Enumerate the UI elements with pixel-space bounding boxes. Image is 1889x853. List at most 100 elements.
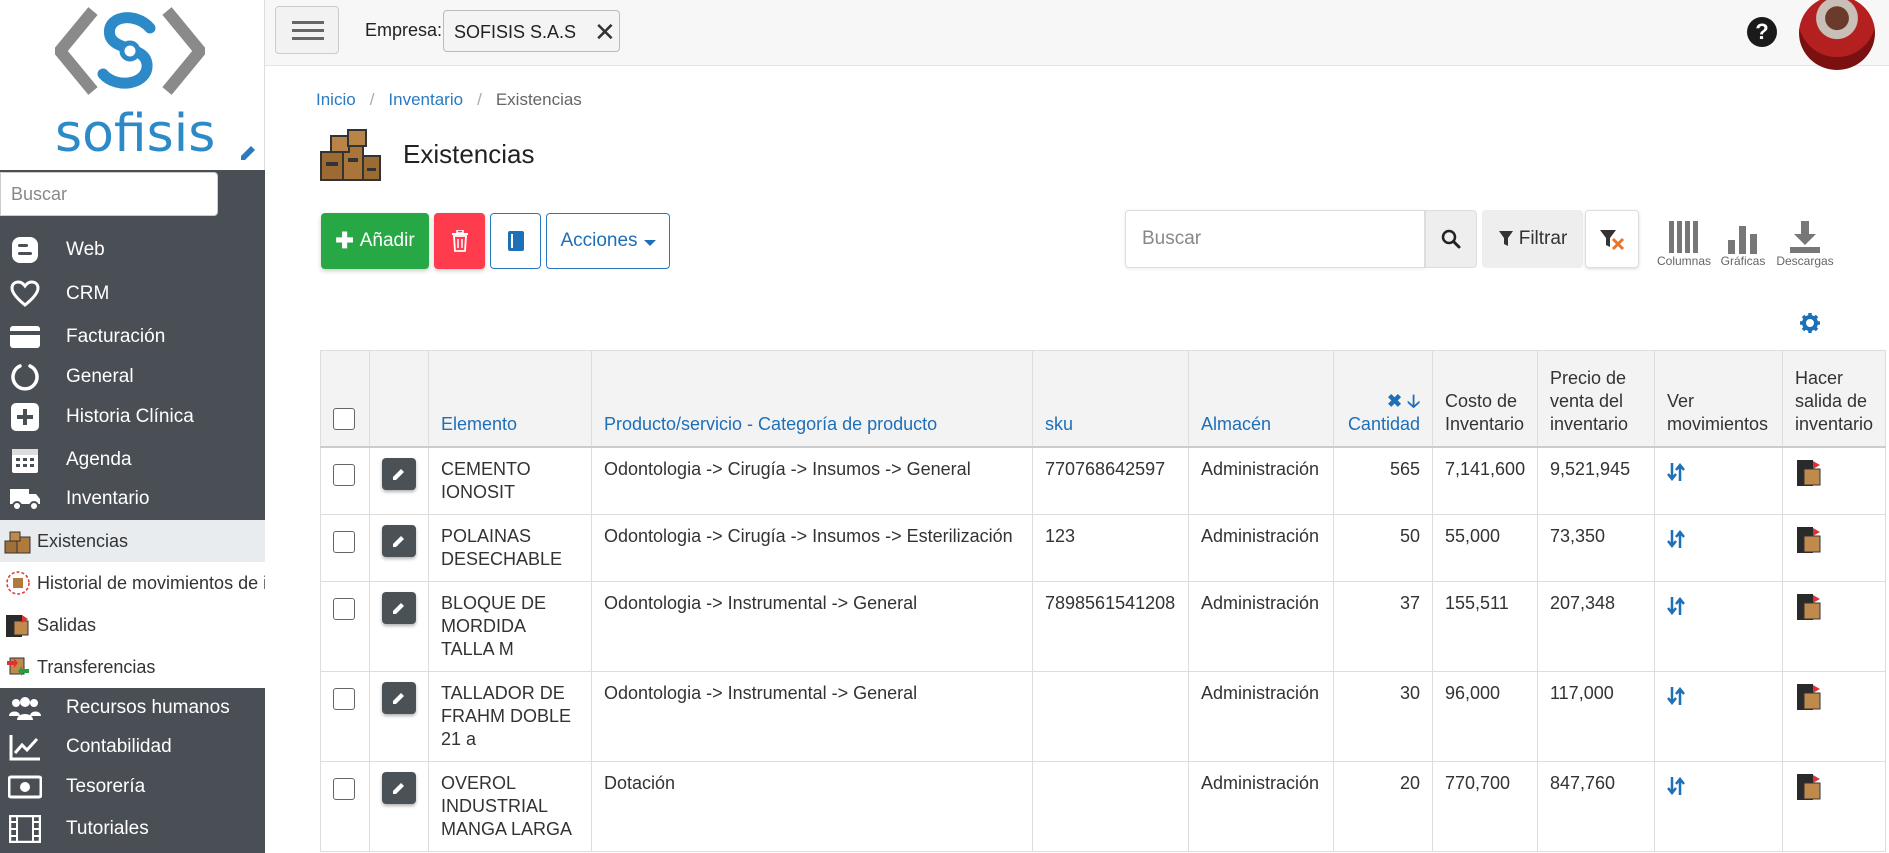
view-movements-button[interactable] — [1667, 776, 1685, 802]
cell-movements — [1654, 513, 1783, 582]
columns-tool[interactable]: Columnas — [1652, 216, 1716, 268]
view-movements-button[interactable] — [1667, 529, 1685, 555]
column-header-output: Hacer salida de inventario — [1782, 350, 1886, 448]
cell-cost: 55,000 — [1432, 513, 1538, 582]
inventory-output-button[interactable] — [1795, 772, 1823, 808]
submenu-item-existencias[interactable]: Existencias — [0, 520, 265, 562]
row-checkbox[interactable] — [333, 530, 355, 553]
column-header-warehouse[interactable]: Almacén — [1188, 350, 1334, 448]
sidebar-item-general[interactable]: General — [0, 357, 265, 397]
edit-button[interactable] — [382, 591, 416, 624]
cell-product: Odontologia -> Cirugía -> Insumos -> Gen… — [591, 446, 1033, 515]
inventory-output-button[interactable] — [1795, 592, 1823, 628]
money-bill-icon — [8, 770, 42, 804]
cell-cost: 155,511 — [1432, 580, 1538, 672]
downloads-tool[interactable]: Descargas — [1773, 216, 1837, 268]
cell-element: POLAINAS DESECHABLE — [428, 513, 592, 582]
book-button[interactable] — [490, 213, 541, 269]
cell-quantity: 565 — [1333, 446, 1433, 515]
cell-sku: 770768642597 — [1032, 446, 1189, 515]
row-checkbox[interactable] — [333, 777, 355, 800]
charts-tool[interactable]: Gráficas — [1711, 216, 1775, 268]
cell-product: Odontologia -> Instrumental -> General — [591, 580, 1033, 672]
film-icon — [8, 812, 42, 846]
sidebar-item-web[interactable]: Web — [0, 230, 265, 270]
help-icon[interactable]: ? — [1747, 17, 1777, 47]
sidebar-item-label: Inventario — [66, 488, 150, 509]
gear-icon[interactable] — [1799, 312, 1821, 334]
row-edit-cell — [369, 670, 429, 762]
close-icon[interactable]: ✕ — [594, 19, 616, 45]
actions-dropdown[interactable]: Acciones — [546, 213, 670, 269]
column-header-sku[interactable]: sku — [1032, 350, 1189, 448]
sidebar-item-label: Tesorería — [66, 776, 146, 797]
hamburger-icon — [292, 29, 324, 32]
sidebar-item-contabilidad[interactable]: Contabilidad — [0, 727, 265, 767]
row-edit-cell — [369, 760, 429, 852]
cell-quantity: 20 — [1333, 760, 1433, 852]
select-all-checkbox[interactable] — [333, 407, 355, 430]
inventory-output-button[interactable] — [1795, 682, 1823, 718]
row-checkbox[interactable] — [333, 463, 355, 486]
sidebar-item-inventario[interactable]: Inventario — [0, 479, 265, 519]
edit-button[interactable] — [382, 524, 416, 557]
sidebar-item-tesoreria[interactable]: Tesorería — [0, 767, 265, 807]
row-select-cell — [320, 513, 370, 582]
avatar[interactable] — [1799, 0, 1875, 70]
view-movements-button[interactable] — [1667, 462, 1685, 488]
breadcrumb-inventario[interactable]: Inventario — [388, 90, 463, 110]
cell-element: BLOQUE DE MORDIDA TALLA M — [428, 580, 592, 672]
cell-movements — [1654, 760, 1783, 852]
row-select-cell — [320, 760, 370, 852]
row-edit-cell — [369, 580, 429, 672]
sidebar-item-crm[interactable]: CRM — [0, 274, 265, 314]
breadcrumb-inicio[interactable]: Inicio — [316, 90, 356, 110]
search-icon — [1441, 229, 1461, 249]
edit-button[interactable] — [382, 457, 416, 490]
view-movements-button[interactable] — [1667, 686, 1685, 712]
submenu-item-transferencias[interactable]: Transferencias — [0, 646, 265, 688]
sidebar-search-input[interactable] — [0, 172, 218, 216]
hamburger-menu-button[interactable] — [275, 6, 339, 54]
plus-icon: ✚ — [335, 228, 354, 253]
search-input[interactable] — [1125, 210, 1425, 268]
row-checkbox[interactable] — [333, 597, 355, 620]
box-out-icon — [1797, 526, 1821, 553]
brand-name: sofisis — [55, 104, 216, 164]
submenu-item-salidas[interactable]: Salidas — [0, 604, 265, 646]
filter-button[interactable]: Filtrar — [1482, 210, 1583, 268]
heart-icon — [8, 277, 42, 311]
sidebar-item-label: Agenda — [66, 449, 132, 470]
sidebar: sofisis Web CRM Facturación General — [0, 0, 265, 853]
clear-filter-button[interactable] — [1585, 210, 1639, 268]
sidebar-item-facturacion[interactable]: Facturación — [0, 317, 265, 357]
column-header-quantity[interactable]: ✖ 🡣 Cantidad — [1333, 350, 1433, 448]
view-movements-button[interactable] — [1667, 596, 1685, 622]
submenu-item-historial[interactable]: Historial de movimientos de inventario — [0, 562, 265, 604]
delete-button[interactable] — [434, 213, 485, 269]
row-checkbox[interactable] — [333, 687, 355, 710]
empresa-select[interactable]: SOFISIS S.A.S ✕ — [443, 10, 620, 52]
inventory-output-button[interactable] — [1795, 525, 1823, 561]
pencil-icon[interactable] — [238, 143, 258, 163]
search-button[interactable] — [1425, 210, 1477, 268]
table-row: BLOQUE DE MORDIDA TALLA M Odontologia -> … — [320, 580, 1886, 672]
sidebar-item-tutoriales[interactable]: Tutoriales — [0, 809, 265, 849]
sidebar-item-recursos-humanos[interactable]: Recursos humanos — [0, 688, 265, 728]
column-header-element[interactable]: Elemento — [428, 350, 592, 448]
sort-desc-icon[interactable]: 🡣 — [1407, 391, 1420, 411]
add-button[interactable]: ✚ Añadir — [321, 213, 429, 269]
column-header-product[interactable]: Producto/servicio - Categoría de product… — [591, 350, 1033, 448]
sidebar-item-historia-clinica[interactable]: Historia Clínica — [0, 397, 265, 437]
sidebar-item-agenda[interactable]: Agenda — [0, 440, 265, 480]
boxes-icon — [4, 531, 31, 554]
breadcrumb-current: Existencias — [495, 90, 582, 109]
edit-button[interactable] — [382, 681, 416, 714]
sidebar-item-label: Web — [66, 239, 105, 260]
caret-down-icon — [643, 239, 656, 246]
edit-button[interactable] — [382, 771, 416, 804]
inventory-output-button[interactable] — [1795, 458, 1823, 494]
table-row: OVEROL INDUSTRIAL MANGA LARGA Dotación Adm… — [320, 760, 1886, 852]
box-out-icon — [1797, 683, 1821, 710]
clear-sort-icon[interactable]: ✖ — [1387, 391, 1402, 411]
